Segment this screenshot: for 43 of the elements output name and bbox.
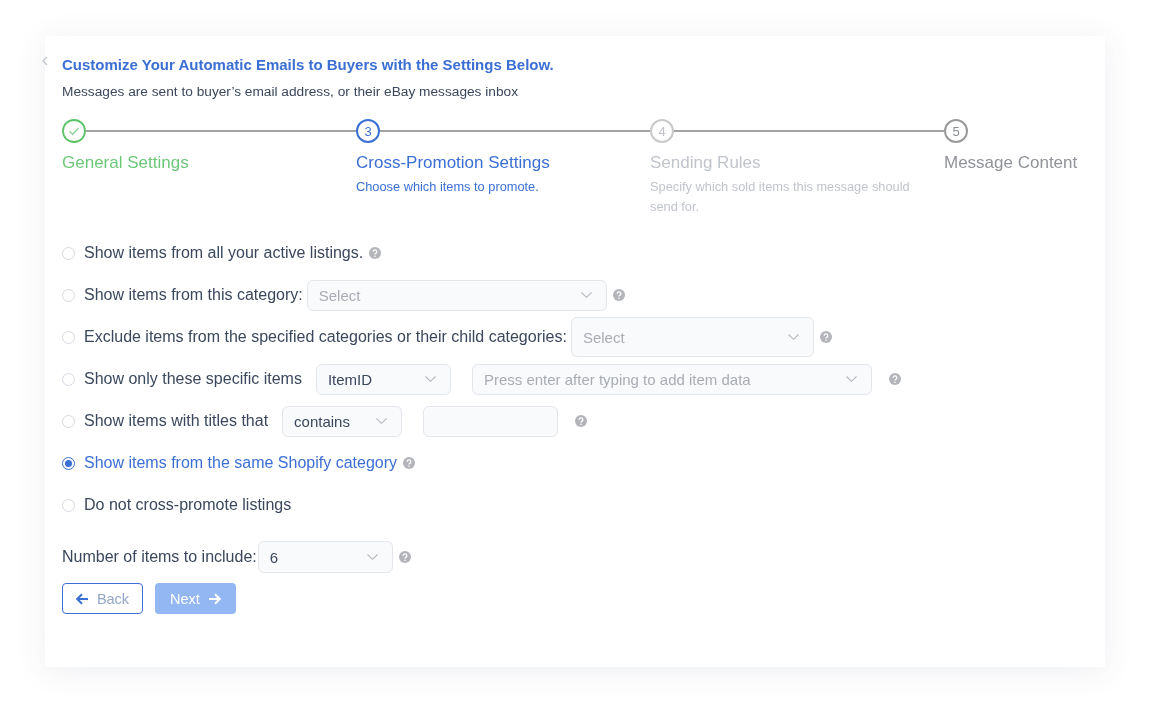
option-label[interactable]: Show items with titles that: [84, 411, 269, 431]
select-field[interactable]: 6: [257, 541, 393, 573]
step-title: Cross-Promotion Settings: [356, 153, 551, 173]
help-icon[interactable]: [403, 457, 416, 469]
arrow-right-icon: [207, 592, 221, 605]
help-icon[interactable]: [612, 289, 625, 301]
step-description: Choose which items to promote.: [356, 178, 540, 196]
step-title: General Settings: [62, 153, 190, 173]
step-number: 5: [944, 119, 968, 143]
step-title: Sending Rules: [650, 153, 762, 173]
help-icon[interactable]: [819, 331, 832, 343]
chevron-down-icon: [580, 292, 592, 298]
help-icon[interactable]: [888, 373, 901, 385]
chevron-left-icon[interactable]: [42, 56, 48, 66]
tag-select-field[interactable]: Press enter after typing to add item data: [471, 363, 872, 395]
chevron-down-icon: [366, 554, 378, 560]
chevron-down-icon: [845, 376, 857, 382]
step-number: 3: [356, 119, 380, 143]
help-icon[interactable]: [575, 415, 588, 427]
chevron-down-icon: [787, 334, 799, 340]
option-label[interactable]: Do not cross-promote listings: [84, 495, 292, 515]
option-label[interactable]: Show items from this category:: [84, 285, 303, 305]
arrow-left-icon: [75, 592, 89, 605]
option-label[interactable]: Show items from all your active listings.: [84, 243, 364, 263]
select-field[interactable]: contains: [282, 405, 403, 437]
help-icon[interactable]: [369, 247, 382, 259]
option-label[interactable]: Show items from the same Shopify category: [84, 453, 398, 473]
help-icon[interactable]: [398, 551, 411, 563]
step-title: Message Content: [944, 153, 1079, 173]
radio-button[interactable]: [62, 456, 75, 470]
select-field[interactable]: ItemID: [315, 363, 451, 395]
select-field[interactable]: Select: [306, 279, 607, 311]
text-input-field[interactable]: [423, 405, 559, 437]
option-label[interactable]: Exclude items from the specified categories or their child categories:: [84, 327, 567, 347]
chevron-down-icon: [424, 376, 436, 382]
page-title: Customize Your Automatic Emails to Buyers with the Settings Below.: [62, 56, 555, 74]
step-description: Specify which sold items this message should send for.: [650, 178, 911, 216]
page-subtitle: Messages are sent to buyer’s email address, or their eBay messages inbox: [62, 84, 519, 100]
select-field[interactable]: Select: [570, 317, 814, 357]
step-number: 4: [650, 119, 674, 143]
item-count-label: Number of items to include:: [62, 547, 257, 567]
chevron-down-icon: [376, 418, 388, 424]
option-label[interactable]: Show only these specific items: [84, 369, 302, 389]
